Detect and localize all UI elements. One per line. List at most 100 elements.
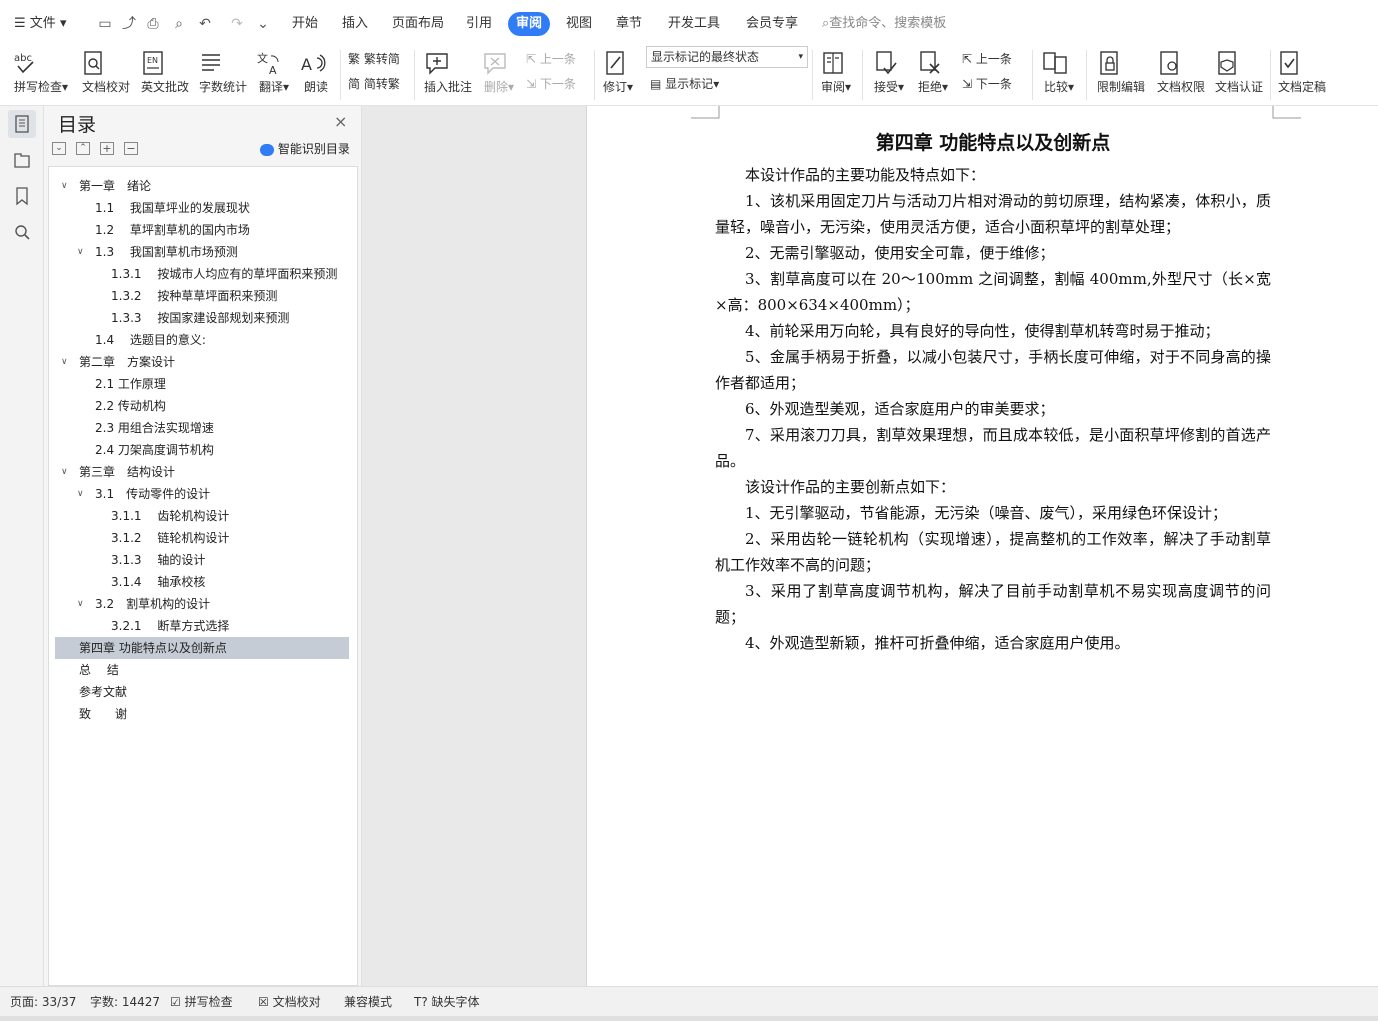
- toc-item[interactable]: 3.1.3 轴的设计: [55, 549, 349, 571]
- chapter-heading[interactable]: 第四章 功能特点以及创新点: [587, 128, 1378, 155]
- delete-comment-button[interactable]: 删除▾: [480, 46, 518, 104]
- tab-member[interactable]: 会员专享: [746, 12, 798, 36]
- quick-access-more-icon[interactable]: ⌄: [254, 15, 272, 33]
- show-markup-button[interactable]: ▤ 显示标记▾: [650, 74, 719, 94]
- tab-start[interactable]: 开始: [292, 12, 318, 36]
- toc-item[interactable]: 3.2 割草机构的设计: [55, 593, 349, 615]
- trad-to-simp-button[interactable]: 繁 繁转简: [348, 49, 400, 69]
- doc-proof-status[interactable]: ☒ 文档校对: [258, 987, 321, 1017]
- toc-item[interactable]: 3.1.2 链轮机构设计: [55, 527, 349, 549]
- prev-comment-button[interactable]: ⇱ 上一条: [526, 49, 576, 69]
- next-comment-button[interactable]: ⇲ 下一条: [526, 74, 576, 94]
- doc-finalize-button[interactable]: 文档定稿: [1274, 46, 1330, 104]
- remove-toc-item-icon[interactable]: −: [124, 142, 138, 155]
- toc-item[interactable]: 2.3 用组合法实现增速: [55, 417, 349, 439]
- find-button[interactable]: [8, 218, 36, 246]
- tab-references[interactable]: 引用: [466, 12, 492, 36]
- insert-comment-button[interactable]: 插入批注: [422, 46, 474, 104]
- document-paragraph[interactable]: 7、采用滚刀刀具，割草效果理想，而且成本较低，是小面积草坪修割的首选产品。: [715, 422, 1271, 474]
- next-change-button[interactable]: ⇲ 下一条: [962, 74, 1012, 94]
- document-paragraph[interactable]: 3、采用了割草高度调节机构，解决了目前手动割草机不易实现高度调节的问题；: [715, 578, 1271, 630]
- toc-item[interactable]: 1.2 草坪割草机的国内市场: [55, 219, 349, 241]
- print-icon[interactable]: ⎙: [144, 15, 162, 33]
- track-changes-label: 修订: [602, 80, 627, 94]
- toc-item[interactable]: 参考文献: [55, 681, 349, 703]
- expand-toc-icon[interactable]: ⌃: [76, 142, 90, 155]
- toc-panel-button[interactable]: [8, 110, 36, 138]
- read-aloud-button[interactable]: A 朗读: [298, 46, 334, 104]
- save-icon[interactable]: ▭: [96, 15, 114, 33]
- word-count-button[interactable]: 字数统计: [196, 46, 250, 104]
- restrict-edit-button[interactable]: 限制编辑: [1094, 46, 1148, 104]
- tab-insert[interactable]: 插入: [342, 12, 368, 36]
- toc-item[interactable]: 1.4 选题目的意义:: [55, 329, 349, 351]
- export-icon[interactable]: ⤴: [120, 15, 138, 33]
- toc-item[interactable]: 2.1 工作原理: [55, 373, 349, 395]
- english-review-button[interactable]: EN 英文批改: [138, 46, 192, 104]
- doc-certify-button[interactable]: 文档认证: [1212, 46, 1266, 104]
- spell-check-button[interactable]: abc 拼写检查▾: [10, 46, 72, 104]
- toc-item[interactable]: 1.3.3 按国家建设部规划来预测: [55, 307, 349, 329]
- markup-state-select[interactable]: 显示标记的最终状态 ▾: [646, 46, 808, 68]
- document-paragraph[interactable]: 1、无引擎驱动，节省能源，无污染（噪音、废气），采用绿色环保设计；: [715, 500, 1271, 526]
- smart-toc-button[interactable]: 智能识别目录: [260, 140, 350, 157]
- document-paragraph[interactable]: 4、前轮采用万向轮，具有良好的导向性，使得割草机转弯时易于推动；: [715, 318, 1271, 344]
- document-paragraph[interactable]: 该设计作品的主要创新点如下：: [715, 474, 1271, 500]
- toc-item[interactable]: 总 结: [55, 659, 349, 681]
- page-count[interactable]: 页面: 33/37: [10, 987, 76, 1017]
- toc-item[interactable]: 3.2.1 断草方式选择: [55, 615, 349, 637]
- document-paragraph[interactable]: 5、金属手柄易于折叠，以减小包装尺寸，手柄长度可伸缩，对于不同身高的操作者都适用…: [715, 344, 1271, 396]
- track-changes-button[interactable]: 修订▾: [600, 46, 636, 104]
- toc-item[interactable]: 1.3 我国割草机市场预测: [55, 241, 349, 263]
- collapse-toc-icon[interactable]: ⌄: [52, 142, 66, 155]
- accept-button[interactable]: 接受▾: [870, 46, 908, 104]
- undo-icon[interactable]: ↶: [196, 15, 214, 33]
- document-paragraph[interactable]: 2、采用齿轮一链轮机构（实现增速），提高整机的工作效率，解决了手动割草机工作效率…: [715, 526, 1271, 578]
- file-menu[interactable]: ☰ 文件 ▾: [14, 12, 66, 36]
- document-paragraph[interactable]: 3、割草高度可以在 20～100mm 之间调整，割幅 400mm,外型尺寸（长×…: [715, 266, 1271, 318]
- tab-view[interactable]: 视图: [566, 12, 592, 36]
- toc-item[interactable]: 1.3.2 按种草草坪面积来预测: [55, 285, 349, 307]
- document-paragraph[interactable]: 1、该机采用固定刀片与活动刀片相对滑动的剪切原理，结构紧凑，体积小，质量轻，噪音…: [715, 188, 1271, 240]
- bookmark-button[interactable]: [8, 182, 36, 210]
- toc-item[interactable]: 3.1.4 轴承校核: [55, 571, 349, 593]
- missing-font-button[interactable]: T? 缺失字体: [414, 987, 480, 1017]
- chapter-nav-button[interactable]: [8, 146, 36, 174]
- prev-change-button[interactable]: ⇱ 上一条: [962, 49, 1012, 69]
- print-preview-icon[interactable]: ⌕: [170, 15, 188, 33]
- toc-item[interactable]: 3.1 传动零件的设计: [55, 483, 349, 505]
- toc-item[interactable]: 致 谢: [55, 703, 349, 725]
- document-body[interactable]: 本设计作品的主要功能及特点如下： 1、该机采用固定刀片与活动刀片相对滑动的剪切原理…: [715, 162, 1271, 656]
- document-paragraph[interactable]: 4、外观造型新颖，推杆可折叠伸缩，适合家庭用户使用。: [715, 630, 1271, 656]
- document-paragraph[interactable]: 6、外观造型美观，适合家庭用户的审美要求；: [715, 396, 1271, 422]
- simp-to-trad-button[interactable]: 简 简转繁: [348, 74, 400, 94]
- close-icon[interactable]: ×: [334, 112, 347, 131]
- tab-review[interactable]: 审阅: [508, 12, 551, 36]
- toc-item[interactable]: 3.1.1 齿轮机构设计: [55, 505, 349, 527]
- compare-button[interactable]: 比较▾: [1040, 46, 1078, 104]
- toc-item[interactable]: 第二章 方案设计: [55, 351, 349, 373]
- tab-developer[interactable]: 开发工具: [668, 12, 720, 36]
- add-toc-item-icon[interactable]: +: [100, 142, 114, 155]
- toc-item[interactable]: 第三章 结构设计: [55, 461, 349, 483]
- toc-item[interactable]: 2.4 刀架高度调节机构: [55, 439, 349, 461]
- document-paragraph[interactable]: 2、无需引擎驱动，使用安全可靠，便于维修；: [715, 240, 1271, 266]
- document-paragraph[interactable]: 本设计作品的主要功能及特点如下：: [715, 162, 1271, 188]
- toc-item[interactable]: 1.1 我国草坪业的发展现状: [55, 197, 349, 219]
- toc-item[interactable]: 1.3.1 按城市人均应有的草坪面积来预测: [55, 263, 349, 285]
- tab-chapter[interactable]: 章节: [616, 12, 642, 36]
- spell-check-status[interactable]: ☑ 拼写检查: [170, 987, 233, 1017]
- toc-item[interactable]: 2.2 传动机构: [55, 395, 349, 417]
- redo-icon[interactable]: ↷: [228, 15, 246, 33]
- doc-permission-button[interactable]: 文档权限: [1154, 46, 1208, 104]
- command-search[interactable]: ⌕查找命令、搜索模板: [822, 12, 946, 36]
- word-count[interactable]: 字数: 14427: [90, 987, 160, 1017]
- ribbon-separator: [340, 50, 341, 100]
- tab-page-layout[interactable]: 页面布局: [392, 12, 444, 36]
- translate-button[interactable]: 文A 翻译▾: [254, 46, 294, 104]
- toc-item[interactable]: 第四章 功能特点以及创新点: [55, 637, 349, 659]
- review-pane-button[interactable]: 审阅▾: [818, 46, 854, 104]
- reject-button[interactable]: 拒绝▾: [914, 46, 952, 104]
- toc-item[interactable]: 第一章 绪论: [55, 175, 349, 197]
- doc-proof-button[interactable]: 文档校对: [78, 46, 134, 104]
